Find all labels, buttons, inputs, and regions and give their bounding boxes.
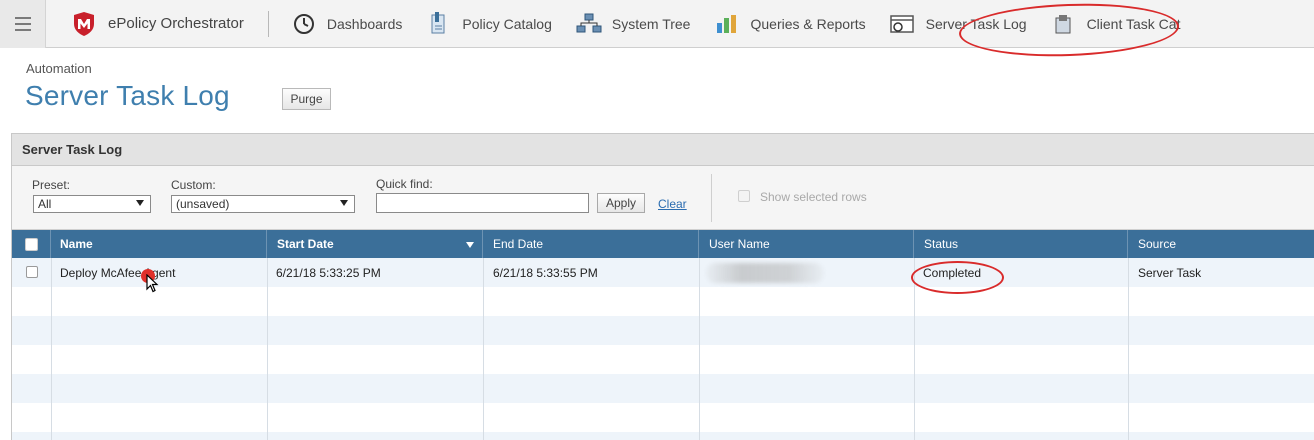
page-title: Server Task Log <box>25 80 230 111</box>
preset-label: Preset: <box>32 178 71 192</box>
col-source[interactable]: Source <box>1128 230 1314 258</box>
filter-bar: Preset: All Custom: (unsaved) Quick find… <box>12 166 1314 230</box>
panel-title: Server Task Log <box>12 134 1314 166</box>
col-name[interactable]: Name <box>51 230 267 258</box>
col-end-date[interactable]: End Date <box>483 230 699 258</box>
mcafee-shield-icon <box>74 11 94 36</box>
empty-row <box>12 316 1314 345</box>
cell-start-date: 6/21/18 5:33:25 PM <box>276 266 381 280</box>
empty-row <box>12 403 1314 432</box>
select-all-cell <box>12 230 51 258</box>
nav-server-task-log[interactable]: Server Task Log <box>880 0 1041 48</box>
quick-find-label: Quick find: <box>376 177 433 191</box>
column-divider <box>483 258 484 440</box>
system-tree-icon <box>576 12 602 36</box>
cursor-arrow-icon <box>146 274 159 293</box>
table-row[interactable]: Deploy McAfee Agent 6/21/18 5:33:25 PM 6… <box>12 258 1314 287</box>
custom-label: Custom: <box>171 178 216 192</box>
nav-label: Client Task Cat <box>1086 15 1181 32</box>
server-task-log-panel: Server Task Log Preset: All Custom: (uns… <box>11 133 1314 440</box>
nav-label: Dashboards <box>326 15 403 32</box>
brand[interactable]: ePolicy Orchestrator <box>46 0 262 48</box>
column-divider <box>914 258 915 440</box>
column-divider <box>51 258 52 440</box>
empty-row <box>12 287 1314 316</box>
chevron-down-icon <box>136 200 144 206</box>
cell-source: Server Task <box>1138 266 1202 280</box>
nav-system-tree[interactable]: System Tree <box>566 0 705 48</box>
redacted-user-name <box>706 263 824 283</box>
nav-policy-catalog[interactable]: Policy Catalog <box>416 0 566 48</box>
gauge-icon <box>291 12 317 36</box>
table-body: Deploy McAfee Agent 6/21/18 5:33:25 PM 6… <box>12 258 1314 440</box>
cell-end-date: 6/21/18 5:33:55 PM <box>493 266 598 280</box>
sort-desc-icon <box>466 242 474 248</box>
column-divider <box>699 258 700 440</box>
column-divider <box>267 258 268 440</box>
col-status[interactable]: Status <box>914 230 1128 258</box>
policy-catalog-icon <box>426 11 452 36</box>
nav-label: Server Task Log <box>925 15 1027 32</box>
custom-select[interactable]: (unsaved) <box>171 195 355 213</box>
cell-status: Completed <box>923 266 982 280</box>
preset-select[interactable]: All <box>33 195 151 213</box>
nav-label: System Tree <box>611 15 691 32</box>
breadcrumb[interactable]: Automation <box>26 61 92 76</box>
row-checkbox[interactable] <box>26 266 38 278</box>
chevron-down-icon <box>340 200 348 206</box>
purge-button[interactable]: Purge <box>282 88 331 110</box>
show-selected-checkbox[interactable] <box>738 190 750 202</box>
nav-queries-reports[interactable]: Queries & Reports <box>704 0 879 48</box>
nav-dashboards[interactable]: Dashboards <box>281 0 417 48</box>
select-all-checkbox[interactable] <box>25 237 38 251</box>
preset-value: All <box>38 197 52 211</box>
server-task-log-icon <box>889 12 916 36</box>
col-start-date-label: Start Date <box>277 237 334 251</box>
empty-row <box>12 432 1314 440</box>
quick-find-input[interactable] <box>376 193 589 213</box>
queries-reports-icon <box>714 12 740 36</box>
top-nav: ePolicy Orchestrator Dashboards Policy C… <box>0 0 1314 48</box>
custom-value: (unsaved) <box>176 197 230 211</box>
menu-icon[interactable] <box>0 0 46 48</box>
clear-link[interactable]: Clear <box>658 197 687 211</box>
col-start-date[interactable]: Start Date <box>267 230 483 258</box>
apply-button[interactable]: Apply <box>597 193 645 213</box>
filter-divider <box>711 174 712 222</box>
empty-row <box>12 374 1314 403</box>
client-task-catalog-icon <box>1051 12 1077 36</box>
col-user-name[interactable]: User Name <box>699 230 914 258</box>
brand-name: ePolicy Orchestrator <box>108 15 244 32</box>
nav-label: Queries & Reports <box>750 15 866 32</box>
nav-label: Policy Catalog <box>462 15 552 32</box>
show-selected-label: Show selected rows <box>760 190 867 204</box>
empty-row <box>12 345 1314 374</box>
nav-divider <box>267 10 269 37</box>
nav-client-task-catalog[interactable]: Client Task Cat <box>1041 0 1181 48</box>
table-header: Name Start Date End Date User Name Statu… <box>12 230 1314 258</box>
column-divider <box>1128 258 1129 440</box>
